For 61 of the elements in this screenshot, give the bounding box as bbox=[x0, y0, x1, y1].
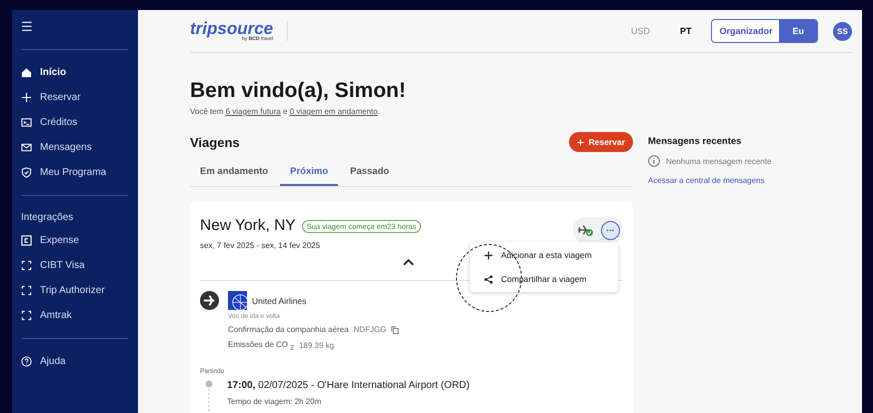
view-toggle-option[interactable]: Eu bbox=[779, 20, 817, 42]
menu-item[interactable]: Compartilhar a viagem bbox=[470, 267, 618, 291]
departure-details: 17:00, 02/07/2025 - O'Hare International Airport (ORD) bbox=[227, 380, 470, 391]
sidebar-item[interactable]: Mensagens bbox=[21, 135, 128, 160]
plus-icon bbox=[576, 138, 584, 146]
help-icon bbox=[21, 356, 32, 367]
travel-time: Tempo de viagem: 2h 20m bbox=[227, 396, 322, 406]
sidebar-item[interactable]: CIBT Visa bbox=[21, 253, 128, 278]
card-icon bbox=[21, 117, 32, 128]
ongoing-trips-link[interactable]: 0 viagem em andamento bbox=[290, 107, 378, 116]
sidebar-item[interactable]: Créditos bbox=[21, 110, 128, 135]
upcoming-trips-link[interactable]: 6 viagem futura bbox=[226, 107, 281, 116]
trip-tab[interactable]: Próximo bbox=[280, 158, 338, 186]
message-center-link[interactable]: Acessar a central de mensagens bbox=[648, 176, 852, 185]
menu-icon[interactable]: ☰ bbox=[21, 10, 128, 39]
emissions-value: 189.39 kg bbox=[298, 341, 334, 350]
share-icon bbox=[484, 274, 493, 284]
welcome-text: Você tem bbox=[190, 107, 224, 116]
language-selector[interactable]: PT bbox=[680, 26, 692, 36]
emissions-label: Emissões de CO $_{2}$ bbox=[228, 340, 294, 352]
view-toggle-option[interactable]: Organizador bbox=[712, 20, 780, 42]
menu-item[interactable]: Adicionar a esta viagem bbox=[470, 243, 618, 267]
book-button[interactable]: Reservar bbox=[568, 132, 633, 152]
no-messages-text: Nenhuma mensagem recente bbox=[666, 156, 772, 166]
airline-logo bbox=[228, 291, 247, 310]
expense-icon bbox=[21, 235, 32, 246]
frame-icon bbox=[21, 285, 32, 296]
shield-icon bbox=[21, 167, 32, 178]
flight-check-icon bbox=[577, 223, 595, 237]
trip-tab[interactable]: Passado bbox=[340, 158, 400, 186]
frame-icon bbox=[21, 260, 32, 271]
frame-icon bbox=[21, 310, 32, 321]
trip-dates: sex, 7 fev 2025 - sex, 14 fev 2025 bbox=[200, 241, 322, 250]
trip-tab[interactable]: Em andamento bbox=[190, 158, 278, 186]
trips-title: Viagens bbox=[190, 134, 240, 150]
plus-icon bbox=[484, 250, 493, 260]
trip-city: New York, NY bbox=[200, 217, 296, 235]
more-options-button[interactable]: ··· bbox=[601, 220, 620, 240]
plus-icon bbox=[21, 92, 32, 103]
messages-title: Mensagens recentes bbox=[648, 136, 742, 147]
confirmation-code: NDFJGG bbox=[354, 325, 386, 334]
copy-icon[interactable] bbox=[391, 326, 400, 334]
sidebar-item[interactable]: Início bbox=[21, 60, 128, 85]
welcome-text: e bbox=[282, 107, 288, 116]
sidebar-item[interactable]: Trip Authorizer bbox=[21, 278, 128, 303]
welcome-text: . bbox=[378, 107, 380, 116]
user-avatar[interactable]: SS bbox=[833, 22, 852, 40]
confirmation-label: Confirmação da companhia aérea bbox=[228, 325, 349, 334]
collapse-icon[interactable] bbox=[403, 258, 414, 266]
welcome-title: Bem vindo(a), Simon! bbox=[190, 79, 407, 103]
sidebar-item[interactable]: Expense bbox=[21, 228, 128, 253]
sidebar-item[interactable]: Ajuda bbox=[21, 349, 128, 374]
sidebar-item[interactable]: Reservar bbox=[21, 85, 128, 110]
sidebar-item[interactable]: Amtrak bbox=[21, 303, 128, 328]
mail-icon bbox=[21, 142, 32, 153]
sidebar-item[interactable]: Meu Programa bbox=[21, 160, 128, 185]
home-icon bbox=[21, 67, 32, 78]
airline-name: United Airlines bbox=[252, 296, 306, 306]
info-icon bbox=[648, 155, 660, 167]
section-title: Integrações bbox=[21, 210, 74, 224]
route-timeline-icon bbox=[205, 380, 213, 413]
